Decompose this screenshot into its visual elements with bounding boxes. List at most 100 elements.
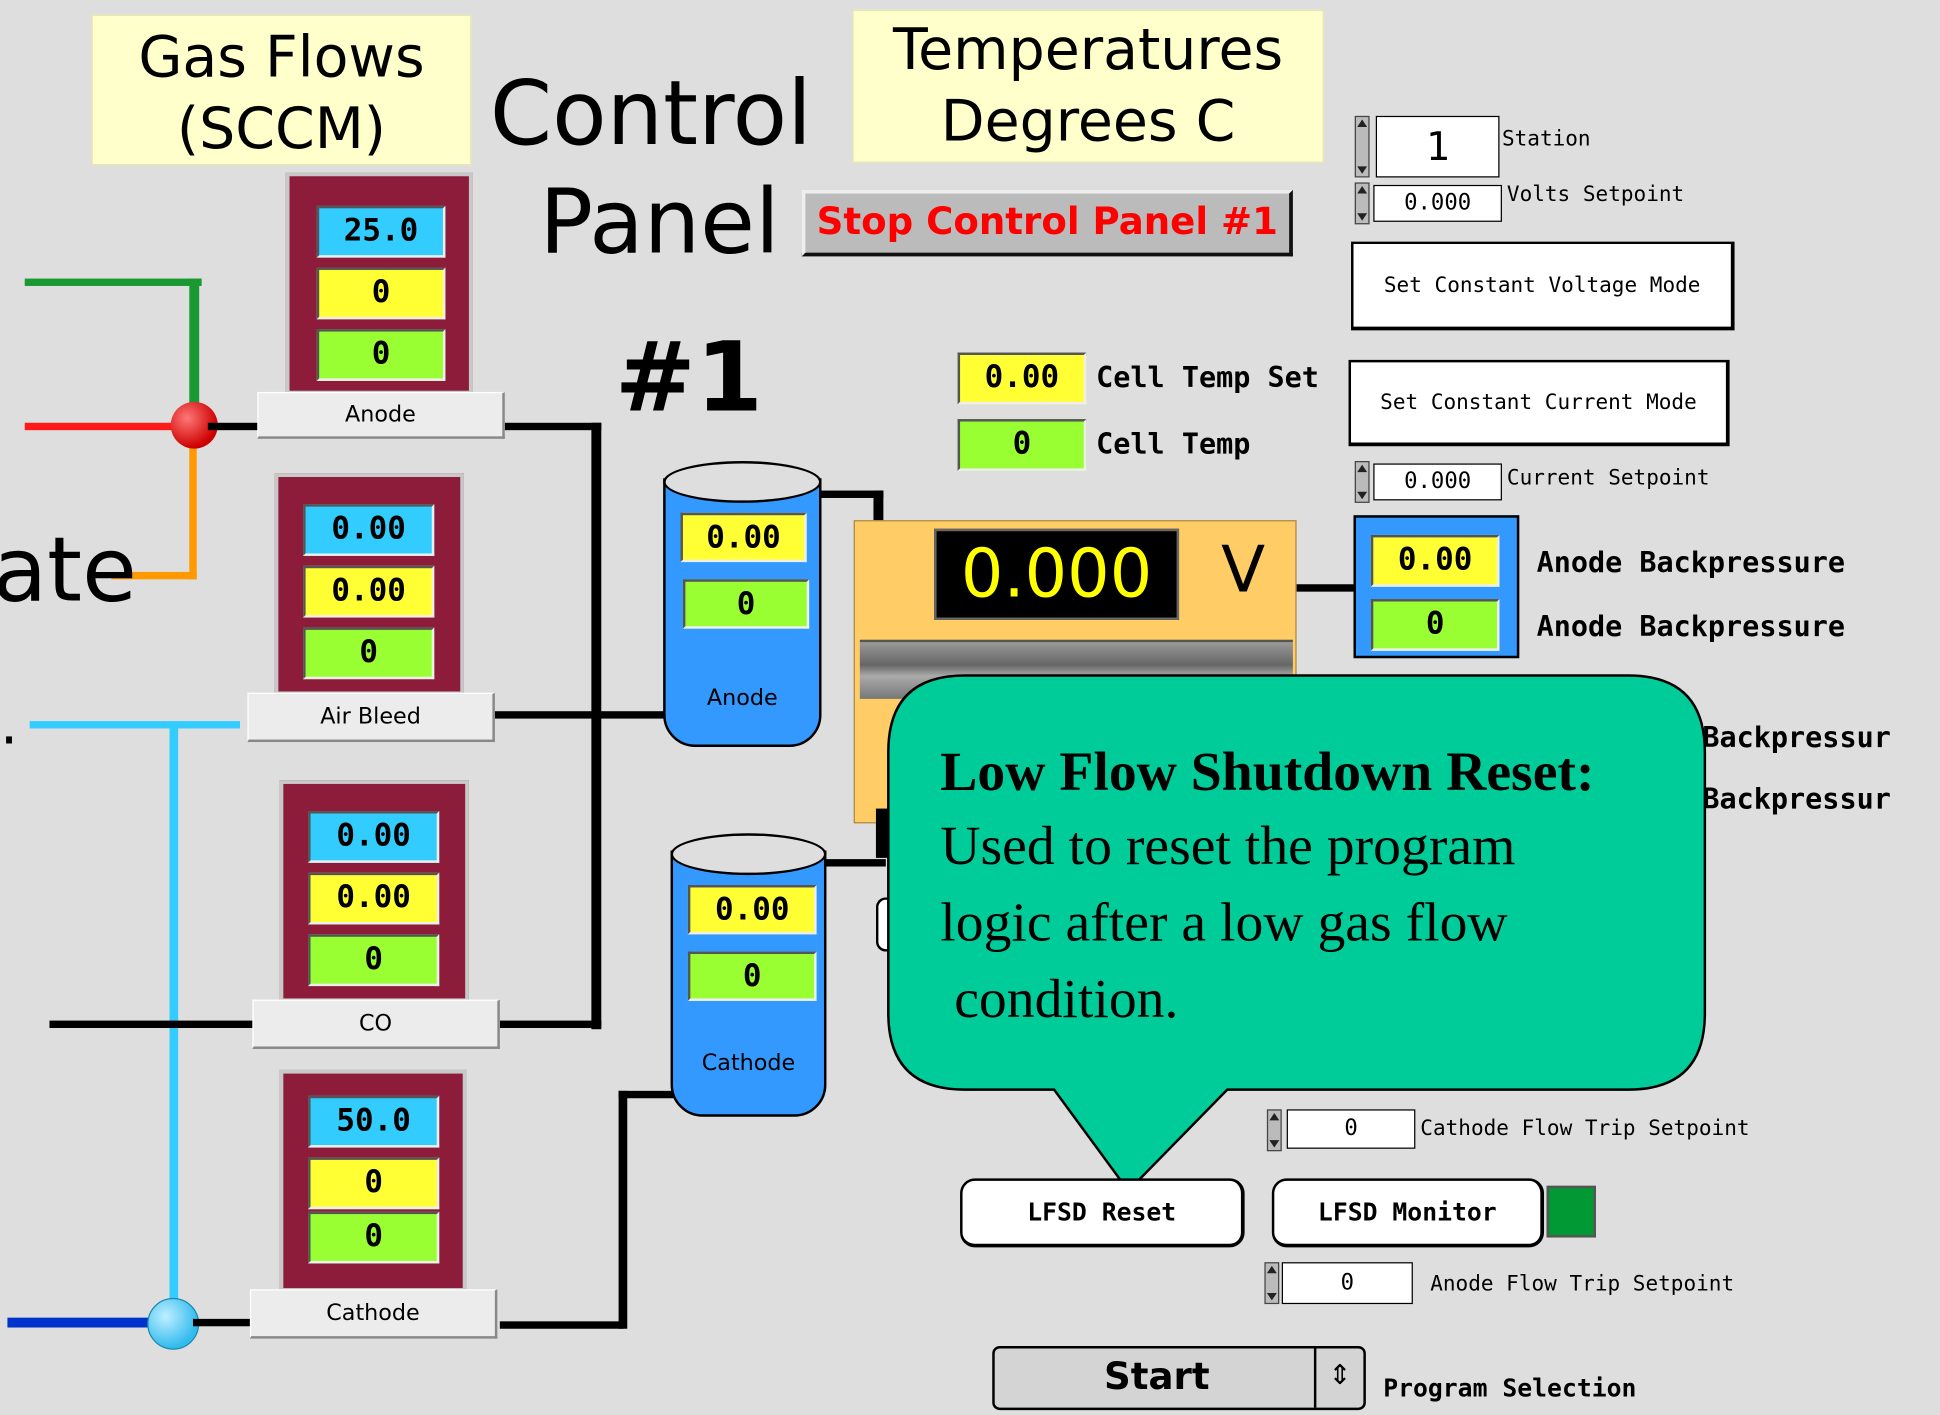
- anode-backpressure-group: 0.00 0: [1353, 515, 1520, 659]
- anode-flow-trip-field[interactable]: 0: [1281, 1262, 1413, 1305]
- red-pipe-h: [24, 422, 192, 431]
- set-constant-current-button[interactable]: Set Constant Current Mode: [1348, 359, 1730, 447]
- gas-meter-air-bleed-label: Air Bleed: [247, 692, 495, 743]
- cathode-meter-pipe-h: [499, 1321, 624, 1329]
- green-pipe-h: [24, 278, 202, 286]
- lfsd-monitor-led-indicator: [1546, 1185, 1596, 1238]
- gas-flows-header: Gas Flows (SCCM): [91, 14, 472, 166]
- anode-tank-label: Anode: [706, 685, 778, 712]
- volts-setpoint-stepper[interactable]: [1354, 182, 1370, 225]
- gas-flows-header-line2: (SCCM): [176, 94, 387, 162]
- callout-body-line3: condition.: [940, 967, 1179, 1030]
- anode-backpressure-indicator: 0: [1370, 599, 1500, 651]
- air-bleed-flow-status-indicator: 0: [303, 627, 435, 680]
- air-bleed-flow-indicator: 0.00: [303, 565, 435, 618]
- anode-flow-trip-label: Anode Flow Trip Setpoint: [1430, 1272, 1735, 1297]
- program-selection-label: Program Selection: [1383, 1373, 1637, 1403]
- cell-temp-setpoint-indicator: 0.00: [957, 352, 1087, 405]
- cathode-backpressure-label: Backpressur: [1702, 783, 1891, 816]
- cathode-tank-pressure-indicator: 0.00: [687, 885, 817, 935]
- voltage-value: 0.000: [960, 534, 1153, 613]
- gas-meter-co-label: CO: [252, 999, 500, 1049]
- co-inlet-pipe: [49, 1020, 255, 1028]
- cathode-backpressure-setpoint-label: Backpressur: [1702, 722, 1891, 755]
- cathode-tank-status-indicator: 0: [687, 951, 817, 1001]
- anode-flow-trip-stepper[interactable]: [1264, 1262, 1280, 1305]
- cell-temp-label: Cell Temp: [1096, 428, 1251, 461]
- cathode-flow-setpoint-indicator: 50.0: [308, 1095, 440, 1148]
- cathode-tank: 0.00 0 Cathode: [670, 833, 827, 1117]
- temperatures-header: Temperatures Degrees C: [852, 9, 1324, 163]
- volts-setpoint-field[interactable]: 0.000: [1373, 184, 1502, 222]
- co-flow-indicator: 0.00: [308, 872, 440, 925]
- title-control: Control: [489, 61, 812, 166]
- cathode-flow-trip-label: Cathode Flow Trip Setpoint: [1420, 1116, 1750, 1142]
- volts-setpoint-label: Volts Setpoint: [1506, 182, 1685, 208]
- station-stepper[interactable]: [1354, 115, 1370, 178]
- station-field[interactable]: 1: [1375, 115, 1500, 178]
- lfsd-monitor-button[interactable]: LFSD Monitor: [1271, 1178, 1545, 1248]
- gas-meter-cathode-label: Cathode: [249, 1289, 498, 1339]
- program-selection-dropdown[interactable]: Start ⇕: [992, 1345, 1366, 1411]
- voltage-display: 0.000: [934, 528, 1180, 620]
- lfsd-reset-button[interactable]: LFSD Reset: [960, 1178, 1245, 1248]
- stop-control-panel-button[interactable]: Stop Control Panel #1: [801, 189, 1293, 257]
- gas-meter-anode-label: Anode: [257, 391, 505, 439]
- temperatures-header-line2: Degrees C: [940, 87, 1236, 155]
- cathode-flow-trip-stepper[interactable]: [1266, 1109, 1282, 1152]
- set-constant-voltage-button[interactable]: Set Constant Voltage Mode: [1351, 241, 1735, 331]
- co-flow-status-indicator: 0: [308, 934, 440, 987]
- current-setpoint-stepper[interactable]: [1354, 460, 1370, 503]
- cathode-flow-status-indicator: 0: [308, 1211, 440, 1264]
- anode-backpressure-setpoint-label: Anode Backpressure: [1536, 547, 1845, 580]
- co-meter-pipe-h: [499, 1020, 602, 1028]
- title-number: #1: [614, 322, 763, 434]
- title-panel: Panel: [539, 170, 780, 274]
- anode-backpressure-label: Anode Backpressure: [1536, 611, 1845, 644]
- callout-body-line2: logic after a low gas flow: [940, 891, 1508, 953]
- anode-backpressure-setpoint-indicator: 0.00: [1370, 534, 1500, 587]
- cathode-tank-label: Cathode: [701, 1050, 796, 1077]
- cell-temp-set-label: Cell Temp Set: [1096, 362, 1319, 395]
- mixer-valve-cyan-icon: [147, 1297, 200, 1350]
- blue-pipe-h: [7, 1317, 160, 1328]
- station-label: Station: [1501, 126, 1591, 152]
- voltage-unit: V: [1221, 533, 1266, 608]
- anode-flow-indicator: 0: [316, 267, 446, 320]
- anode-tank-pressure-indicator: 0.00: [680, 512, 807, 563]
- program-selection-value: Start: [1103, 1355, 1210, 1400]
- anode-manifold-pipe-v: [591, 422, 602, 1030]
- co-flow-setpoint-indicator: 0.00: [308, 811, 440, 863]
- anode-tank-status-indicator: 0: [682, 579, 810, 629]
- cathode-flow-trip-field[interactable]: 0: [1286, 1109, 1416, 1149]
- gas-meter-anode: 25.0 0 0: [285, 172, 473, 395]
- partial-ate-text: ate: [0, 517, 137, 622]
- stop-button-label: Stop Control Panel #1: [816, 200, 1278, 245]
- cathode-riser-pipe-v: [618, 1090, 628, 1329]
- cyan-pipe-v: [169, 724, 179, 1305]
- current-setpoint-label: Current Setpoint: [1506, 465, 1710, 491]
- anode-tank: 0.00 0 Anode: [663, 460, 822, 747]
- dropdown-chevron-icon: ⇕: [1313, 1348, 1363, 1408]
- temperatures-header-line1: Temperatures: [893, 16, 1284, 83]
- orange-pipe-v: [189, 426, 197, 580]
- partial-dot-text: .: [0, 690, 19, 757]
- gas-meter-air-bleed: 0.00 0.00 0: [274, 473, 464, 696]
- cathode-flow-indicator: 0: [308, 1157, 440, 1210]
- cell-temp-indicator: 0: [957, 419, 1087, 471]
- cathode-tank-inlet-pipe: [618, 1090, 675, 1099]
- airbleed-pipe-h: [494, 711, 671, 719]
- current-setpoint-field[interactable]: 0.000: [1373, 463, 1502, 501]
- air-bleed-flow-setpoint-indicator: 0.00: [303, 504, 435, 556]
- anode-meter-pipe-h: [504, 422, 602, 431]
- cathode-outlet-pipe: [193, 1318, 255, 1327]
- gas-meter-cathode: 50.0 0 0: [279, 1069, 467, 1292]
- callout-title: Low Flow Shutdown Reset:: [940, 740, 1595, 803]
- gas-meter-co: 0.00 0.00 0: [279, 780, 469, 1003]
- callout-body-line1: Used to reset the program: [940, 814, 1516, 877]
- anode-flow-setpoint-indicator: 25.0: [316, 205, 446, 258]
- anode-outlet-pipe: [207, 422, 264, 431]
- gas-flows-header-line1: Gas Flows: [138, 23, 425, 90]
- cyan-pipe-h: [29, 721, 241, 729]
- anode-flow-status-indicator: 0: [316, 329, 446, 381]
